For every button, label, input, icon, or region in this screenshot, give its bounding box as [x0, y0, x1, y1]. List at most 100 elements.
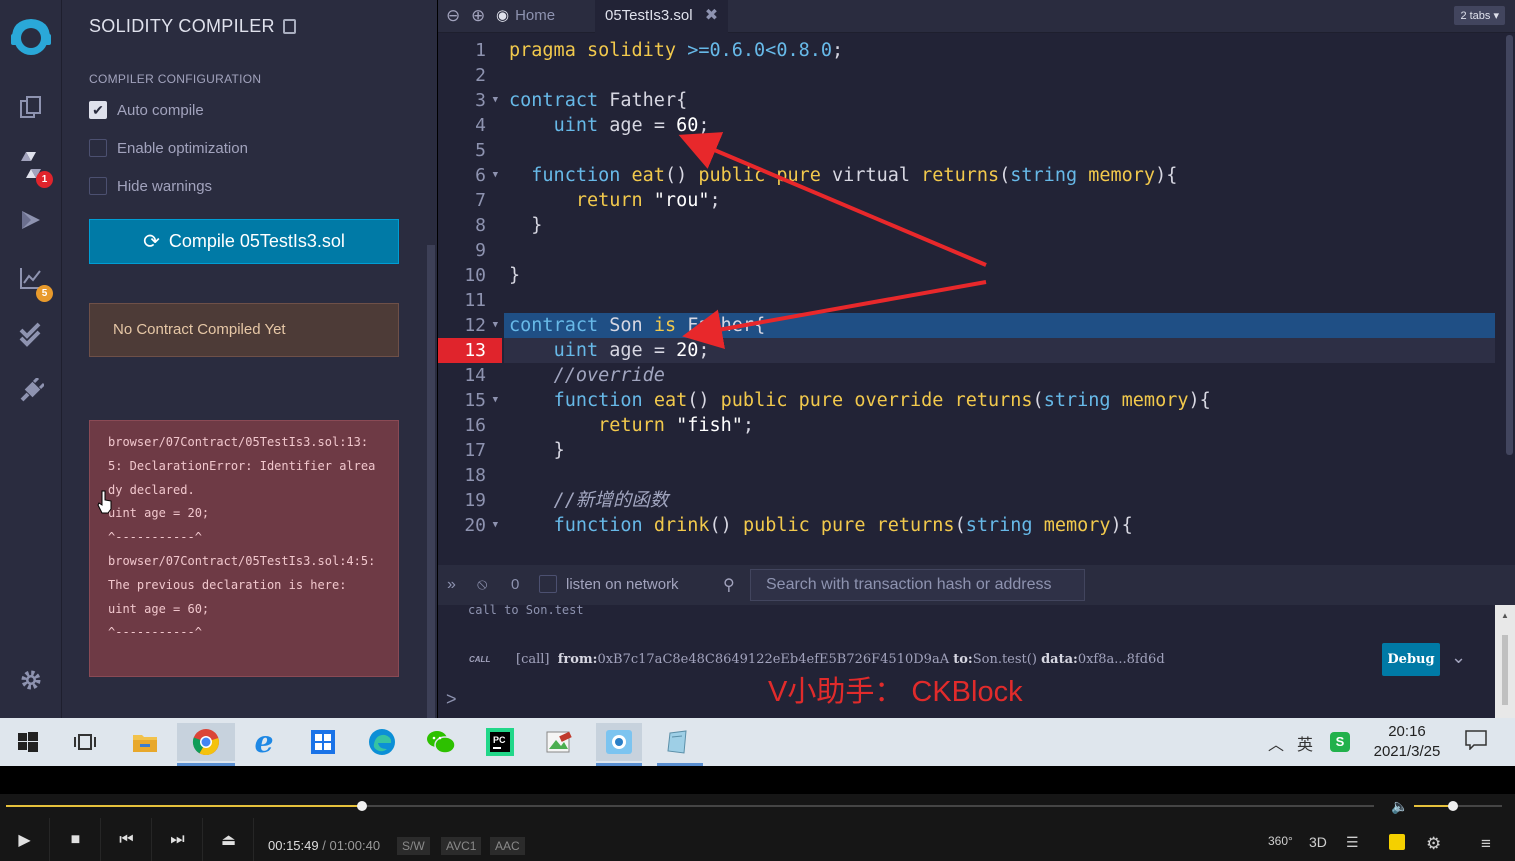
deploy-run-icon[interactable]	[16, 207, 46, 237]
fold-toggle-icon[interactable]: ▼	[493, 513, 498, 538]
from-value: 0xB7c17aC8e48C8649122eEb4efE5B726F4510D9…	[597, 652, 950, 667]
terminal-spacer	[438, 538, 1515, 565]
fold-toggle-icon[interactable]: ▼	[493, 313, 498, 338]
seek-bar[interactable]	[6, 801, 1374, 811]
file-explorer-icon[interactable]	[16, 94, 46, 124]
line-number: 18	[464, 465, 486, 486]
unit-test-icon[interactable]	[16, 321, 46, 351]
double-chevron-down-icon[interactable]: »	[447, 576, 456, 594]
previous-icon[interactable]: ⏮	[102, 818, 152, 861]
call-prefix: [call]	[516, 652, 550, 667]
tab-file[interactable]: 05TestIs3.sol ✖	[595, 0, 729, 33]
code-line: uint age = 20;	[553, 340, 710, 361]
windows-start-icon[interactable]	[8, 723, 48, 761]
microsoft-store-icon[interactable]	[303, 723, 343, 761]
settings-icon[interactable]	[16, 668, 46, 698]
input-method-indicator[interactable]: 英	[1297, 731, 1313, 755]
pycharm-icon[interactable]: PC	[480, 723, 520, 761]
line-number: 6 ▼	[475, 163, 498, 188]
scroll-thumb[interactable]	[1502, 635, 1508, 705]
remote-app-icon[interactable]	[596, 723, 642, 766]
remix-logo[interactable]	[8, 14, 54, 60]
home-tab-label: Home	[515, 6, 556, 24]
pending-count: 0	[511, 576, 520, 593]
video-codec-tag[interactable]: AVC1	[441, 837, 482, 855]
fold-toggle-icon[interactable]: ▼	[493, 88, 498, 113]
clear-icon[interactable]: ⦸	[477, 576, 487, 594]
hide-warnings-checkbox[interactable]	[89, 177, 107, 195]
tab-home[interactable]: ◉ Home	[496, 6, 556, 25]
compile-button[interactable]: ⟳ Compile 05TestIs3.sol	[89, 219, 399, 264]
scroll-up-icon[interactable]: ▲	[1501, 611, 1509, 620]
tabs-count-dropdown[interactable]: 2 tabs ▾	[1454, 6, 1505, 25]
code-line: //新增的函数	[553, 490, 669, 511]
chevron-down-icon[interactable]: ⌄	[1451, 647, 1466, 668]
tx-search-input[interactable]: Search with transaction hash or address	[750, 569, 1085, 601]
image-viewer-icon[interactable]	[539, 723, 579, 761]
three-d-button[interactable]: 3D	[1309, 834, 1327, 850]
line-number: 1	[475, 40, 486, 61]
code-line: uint age = 60;	[553, 115, 710, 136]
file-explorer-app-icon[interactable]	[125, 723, 165, 761]
to-value: Son.test()	[972, 652, 1037, 667]
stop-icon[interactable]: ■	[51, 818, 101, 861]
zoom-in-icon[interactable]: ⊕	[471, 6, 485, 26]
edge-icon[interactable]	[362, 723, 402, 761]
task-view-icon[interactable]	[65, 723, 105, 761]
hide-warnings-row[interactable]: Hide warnings	[89, 175, 212, 197]
volume-knob[interactable]	[1447, 801, 1458, 811]
current-time: 00:15:49	[268, 838, 319, 853]
code-editor[interactable]: 1 2 3 ▼ 4 5 6 ▼ 7 8 9 10 11 12 ▼ 13 14 15 ▼ 16 17 18 19 20 ▼ pra…	[438, 33, 1515, 538]
playlist-search-icon[interactable]: ☰	[1346, 834, 1359, 851]
editor-scrollbar[interactable]	[1506, 35, 1513, 455]
line-number: 7	[475, 190, 486, 211]
zoom-out-icon[interactable]: ⊖	[446, 6, 460, 26]
no-contract-notice: No Contract Compiled Yet	[89, 303, 399, 357]
auto-compile-checkbox[interactable]: ✔	[89, 101, 107, 119]
hide-warnings-label: Hide warnings	[117, 177, 213, 195]
panel-title: SOLIDITY COMPILER	[89, 16, 275, 36]
vr-360-button[interactable]: 360°	[1268, 834, 1293, 848]
panel-scrollbar[interactable]	[427, 245, 435, 718]
refresh-icon: ⟳	[143, 231, 160, 253]
watermark-text: V小助手： CKBlock	[768, 676, 1023, 708]
wechat-icon[interactable]	[421, 723, 461, 761]
call-log-line[interactable]: [call] from:0xB7c17aC8e48C8649122eEb4efE…	[516, 652, 1165, 667]
audio-codec-tag[interactable]: AAC	[490, 837, 525, 855]
volume-icon[interactable]: 🔈	[1391, 798, 1408, 815]
eject-icon[interactable]: ⏏	[204, 818, 254, 861]
fold-toggle-icon[interactable]: ▼	[493, 163, 498, 188]
internet-explorer-icon[interactable]: e	[244, 723, 284, 761]
player-settings-icon[interactable]: ⚙	[1426, 834, 1441, 854]
auto-compile-row[interactable]: ✔ Auto compile	[89, 99, 204, 121]
code-line: pragma solidity >=0.6.0<0.8.0;	[509, 40, 844, 61]
debug-button[interactable]: Debug	[1382, 643, 1440, 676]
volume-slider[interactable]	[1414, 801, 1502, 811]
enable-optimization-checkbox[interactable]	[89, 139, 107, 157]
notes-app-icon[interactable]	[657, 723, 703, 766]
docs-icon[interactable]	[283, 19, 296, 34]
previous-call-text: call to Son.test	[468, 603, 584, 617]
enable-optimization-row[interactable]: Enable optimization	[89, 137, 248, 159]
code-line: contract Father{	[509, 90, 688, 111]
terminal-prompt[interactable]: >	[446, 689, 457, 710]
sogou-ime-icon[interactable]: S	[1330, 732, 1350, 752]
terminal-scrollbar[interactable]: ▲	[1495, 605, 1515, 718]
plugin-manager-icon[interactable]	[16, 376, 46, 408]
line-number: 2	[475, 65, 486, 86]
notification-icon[interactable]	[1465, 730, 1487, 755]
close-icon[interactable]: ✖	[705, 7, 718, 24]
listen-network-checkbox[interactable]	[539, 575, 557, 593]
player-controls: ▶ ■ ⏮ ⏭ ⏏ 00:15:49 / 01:00:40 S/W AVC1 A…	[0, 818, 1515, 861]
next-icon[interactable]: ⏭	[153, 818, 203, 861]
fold-toggle-icon[interactable]: ▼	[493, 388, 498, 413]
seek-knob[interactable]	[356, 801, 367, 811]
tray-expand-icon[interactable]: ︿	[1268, 731, 1284, 755]
decoder-tag[interactable]: S/W	[397, 837, 430, 855]
chrome-icon[interactable]	[177, 723, 235, 766]
line-number: 13	[438, 338, 502, 363]
play-icon[interactable]: ▶	[0, 818, 50, 861]
taskbar-clock[interactable]: 20:16 2021/3/25	[1370, 722, 1444, 762]
menu-icon[interactable]: ≡	[1481, 834, 1491, 854]
subtitle-icon[interactable]	[1389, 834, 1405, 850]
